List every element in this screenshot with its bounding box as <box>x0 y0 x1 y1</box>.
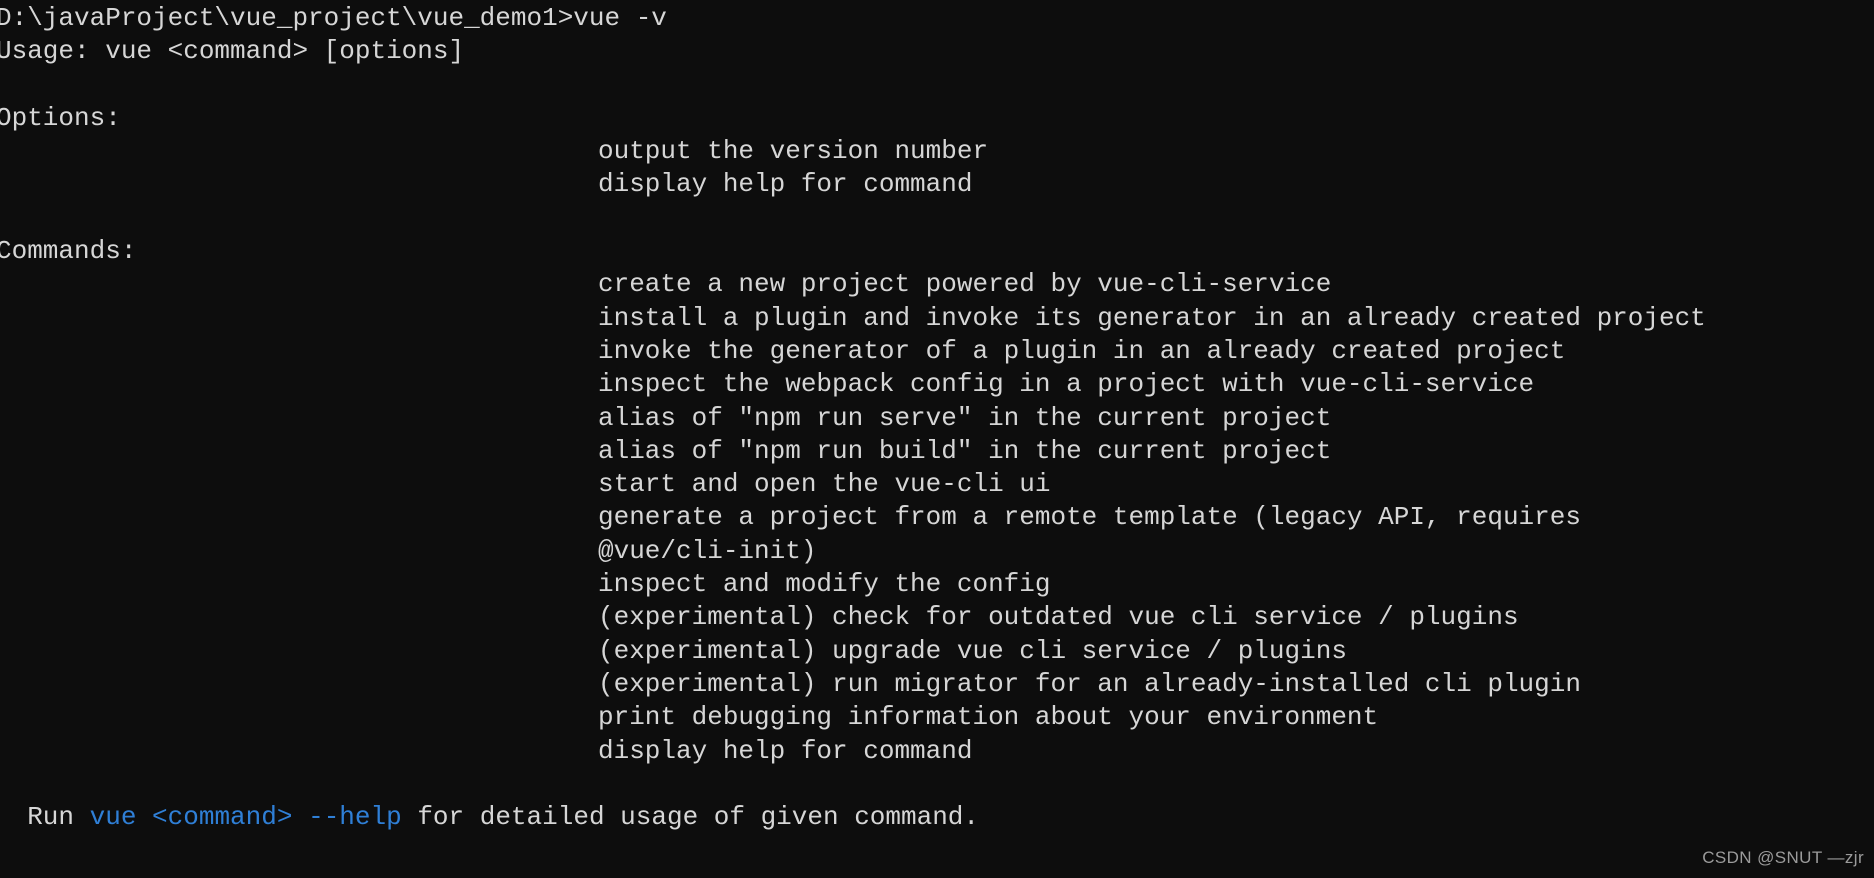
command-description: display help for command <box>598 735 973 766</box>
option-description: output the version number <box>598 136 989 167</box>
command-description: print debugging information about your e… <box>598 702 1379 733</box>
footer-space-1 <box>136 802 152 832</box>
command-row-ui: ui [options] start and open the vue-cli … <box>0 468 1874 501</box>
command-description: generate a project from a remote templat… <box>598 502 1581 533</box>
usage-line: Usage: vue <command> [options] <box>0 36 465 67</box>
command-row-invoke: invoke [options] <plugin> [pluginOptions… <box>0 335 1874 368</box>
command-description: (experimental) run migrator for an alrea… <box>598 668 1581 699</box>
command-description: inspect the webpack config in a project … <box>598 369 1535 400</box>
command-row-inspect: inspect [options] [paths...] inspect the… <box>0 368 1874 401</box>
command-row-info: info print debugging information about y… <box>0 701 1874 734</box>
option-description: display help for command <box>598 169 973 200</box>
command-description: (experimental) upgrade vue cli service /… <box>598 635 1347 666</box>
option-row-version: -V, --version output the version number <box>0 135 1874 168</box>
option-row-help: -h, --help display help for command <box>0 168 1874 201</box>
command-description: alias of ″npm run build″ in the current … <box>598 435 1332 466</box>
command-row-init: init [options] <template> <app-name> gen… <box>0 501 1874 534</box>
footer-hint-line: Run vue <command> --help for detailed us… <box>0 801 1874 834</box>
command-description-continued: @vue/cli-init) <box>598 535 817 566</box>
command-description: install a plugin and invoke its generato… <box>598 302 1706 333</box>
command-row-config: config [options] [value] inspect and mod… <box>0 568 1874 601</box>
footer-suffix: for detailed usage of given command. <box>401 802 980 833</box>
command-description: alias of ″npm run serve″ in the current … <box>598 402 1332 433</box>
footer-help-flag: --help <box>308 802 402 833</box>
command-row-create: create [options] <app-name> create a new… <box>0 268 1874 301</box>
commands-heading: Commands: <box>0 236 137 267</box>
watermark: CSDN @SNUT —zjr <box>1702 847 1864 867</box>
command-row-migrate: migrate [options] [plugin-name] (experim… <box>0 668 1874 701</box>
footer-prefix: Run <box>0 802 90 833</box>
command-row-build: build alias of ″npm run build″ in the cu… <box>0 435 1874 468</box>
footer-space-2 <box>292 802 308 832</box>
command-row-outdated: outdated [options] (experimental) check … <box>0 601 1874 634</box>
command-description: start and open the vue-cli ui <box>598 469 1051 500</box>
command-row-init-continuation: @vue/cli-init) <box>0 535 1874 568</box>
command-row-upgrade: upgrade [options] [plugin-name] (experim… <box>0 635 1874 668</box>
footer-command-name: vue <box>89 802 137 833</box>
command-description: invoke the generator of a plugin in an a… <box>598 335 1566 366</box>
footer-command-placeholder: <command> <box>152 802 293 833</box>
terminal-output: D:\javaProject\vue_project\vue_demo1>vue… <box>0 2 1874 834</box>
command-description: (experimental) check for outdated vue cl… <box>598 602 1519 633</box>
command-row-help: help [command] display help for command <box>0 735 1874 768</box>
command-row-serve: serve alias of ″npm run serve″ in the cu… <box>0 402 1874 435</box>
command-description: create a new project powered by vue-cli-… <box>598 269 1332 300</box>
terminal-window[interactable]: D:\javaProject\vue_project\vue_demo1>vue… <box>0 0 1874 878</box>
options-heading: Options: <box>0 102 121 133</box>
command-row-add: add [options] <plugin> [pluginOptions] i… <box>0 302 1874 335</box>
command-description: inspect and modify the config <box>598 569 1051 600</box>
prompt-line: D:\javaProject\vue_project\vue_demo1>vue… <box>0 3 667 33</box>
